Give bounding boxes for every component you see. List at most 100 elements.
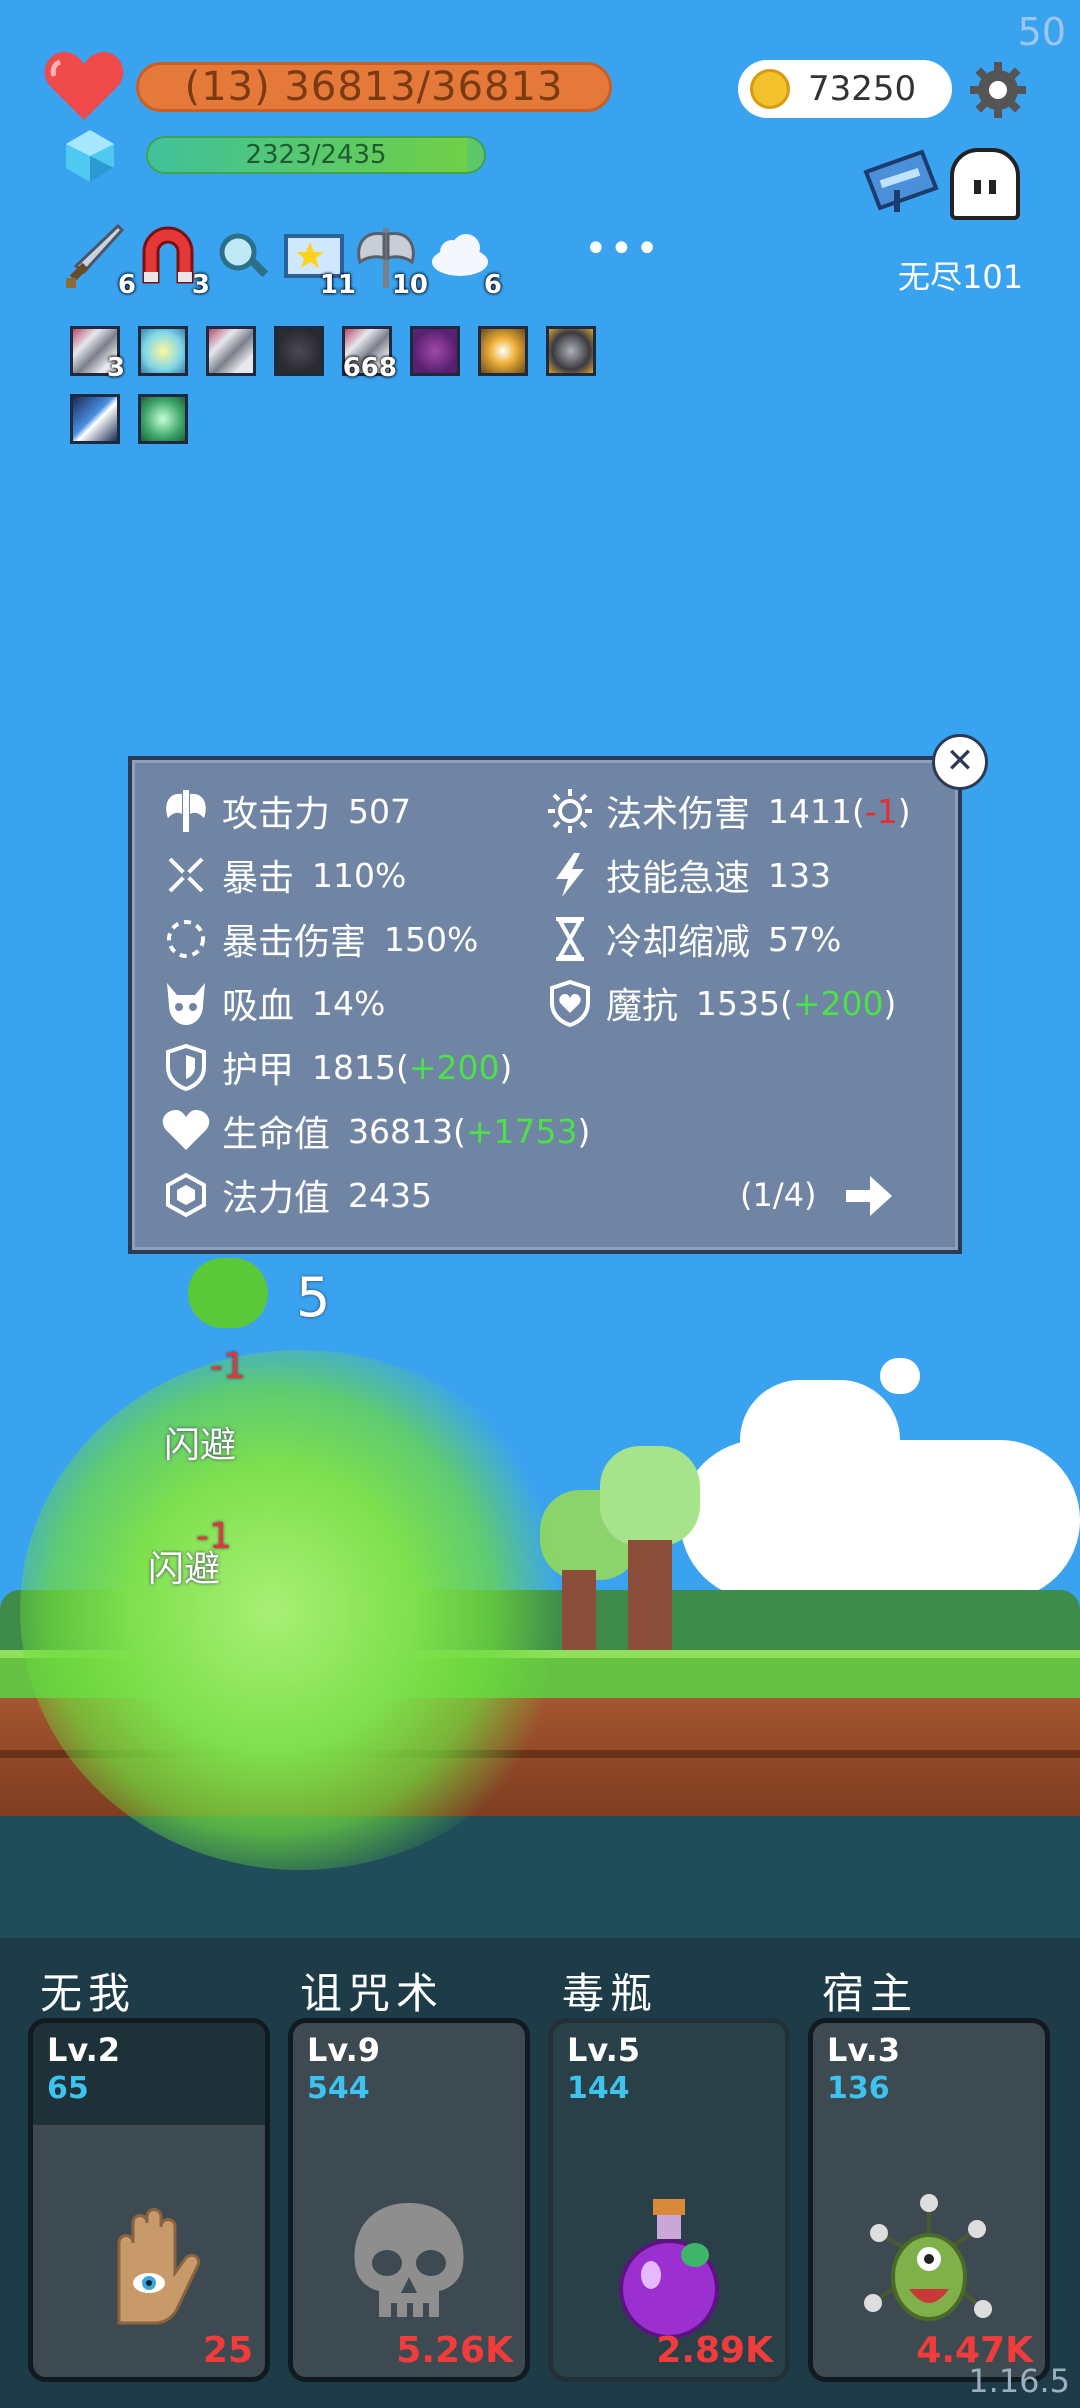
skull-icon bbox=[354, 2203, 464, 2317]
cloud bbox=[680, 1440, 1080, 1600]
buff-count: 10 bbox=[391, 270, 428, 300]
skill-card-host[interactable]: Lv.3 136 4.47K bbox=[808, 2018, 1050, 2382]
cloud bbox=[880, 1358, 920, 1394]
flag-icon[interactable] bbox=[860, 146, 944, 214]
magic-resist-icon bbox=[544, 978, 596, 1028]
stat-delta: +200 bbox=[408, 1047, 500, 1087]
crit-damage-icon bbox=[160, 914, 212, 964]
skill-name: 无我 bbox=[40, 1969, 137, 2018]
skill-name: 诅咒术 bbox=[300, 1969, 445, 2018]
stat-label: 法术伤害 bbox=[606, 794, 751, 835]
lightbulb-icon[interactable] bbox=[138, 326, 188, 376]
close-button[interactable]: ✕ bbox=[932, 734, 988, 790]
dark-armor-icon[interactable] bbox=[274, 326, 324, 376]
stat-label: 法力值 bbox=[222, 1178, 331, 1219]
magnet-icon[interactable]: 3 bbox=[136, 222, 210, 300]
armor-icon bbox=[160, 1042, 212, 1092]
buff-count: 3 bbox=[191, 270, 210, 300]
lightning-icon bbox=[544, 850, 596, 900]
axe-icon bbox=[160, 786, 212, 836]
stats-left-column: 攻击力 507 暴击 110% 暴击伤害 150% 吸血 14% 护甲 1815… bbox=[160, 786, 590, 1220]
blue-flame-icon[interactable] bbox=[70, 394, 120, 444]
lifesteal-icon bbox=[160, 978, 212, 1028]
poison-flask-icon bbox=[619, 2199, 719, 2339]
stat-label: 魔抗 bbox=[606, 986, 679, 1027]
skill-name: 宿主 bbox=[822, 1969, 919, 2018]
hp-text: (13) 36813/36813 bbox=[184, 64, 564, 110]
buff-count: 11 bbox=[319, 270, 356, 300]
tree bbox=[600, 1446, 700, 1546]
skill-damage: 25 bbox=[202, 2330, 253, 2371]
stat-mana: 法力值 2435 bbox=[160, 1170, 590, 1220]
skill-mana-cost: 136 bbox=[827, 2071, 890, 2106]
stat-label: 吸血 bbox=[222, 986, 295, 1027]
skill-card-wuwo[interactable]: Lv.2 65 25 bbox=[28, 2018, 270, 2382]
skill-damage: 2.89K bbox=[656, 2330, 773, 2371]
stats-right-column: 法术伤害 1411(-1) 技能急速 133 冷却缩减 57% 魔抗 1535(… bbox=[544, 786, 911, 1028]
stat-label: 生命值 bbox=[222, 1114, 331, 1155]
heart-icon bbox=[44, 52, 124, 120]
stat-label: 暴击 bbox=[222, 858, 295, 899]
stat-value: 1535 bbox=[696, 983, 780, 1023]
stat-label: 技能急速 bbox=[606, 858, 751, 899]
eyeball-monster-icon bbox=[864, 2194, 992, 2321]
stat-skill-haste: 技能急速 133 bbox=[544, 850, 911, 900]
stat-value: 14% bbox=[312, 983, 386, 1023]
stat-label: 攻击力 bbox=[222, 794, 331, 835]
skill-mana-cost: 65 bbox=[47, 2071, 89, 2106]
poison-splash-effect bbox=[20, 1350, 580, 1870]
double-axe-icon[interactable]: 10 bbox=[354, 222, 428, 300]
stat-value: 150% bbox=[384, 919, 479, 959]
star-card-icon[interactable]: 11 bbox=[282, 222, 356, 300]
stats-page-indicator: (1/4) bbox=[740, 1176, 817, 1214]
magnifier-icon[interactable] bbox=[210, 222, 274, 292]
stat-spell-damage: 法术伤害 1411(-1) bbox=[544, 786, 911, 836]
striped-scroll-icon[interactable] bbox=[206, 326, 256, 376]
stat-value: 1411 bbox=[768, 791, 852, 831]
cloud-icon[interactable]: 6 bbox=[428, 222, 502, 300]
coin-counter: 73250 bbox=[738, 60, 952, 118]
dodge-text: 闪避 bbox=[164, 1425, 237, 1466]
damage-number: -1 bbox=[210, 1346, 246, 1387]
skill-name: 毒瓶 bbox=[562, 1969, 659, 2018]
next-page-arrow-icon[interactable] bbox=[842, 1170, 894, 1222]
dodge-text: 闪避 bbox=[148, 1549, 221, 1590]
damage-number: 5 bbox=[296, 1266, 331, 1329]
skill-level: Lv.5 bbox=[567, 2031, 641, 2069]
more-buffs-button[interactable]: ••• bbox=[584, 226, 661, 272]
coin-value: 73250 bbox=[808, 69, 917, 109]
stat-attack: 攻击力 507 bbox=[160, 786, 590, 836]
stat-value: 57% bbox=[768, 919, 842, 959]
stat-label: 冷却缩减 bbox=[606, 922, 751, 963]
skill-mana-cost: 544 bbox=[307, 2071, 370, 2106]
stat-delta: +1753 bbox=[465, 1111, 578, 1151]
stat-value: 36813 bbox=[348, 1111, 453, 1151]
stat-lifesteal: 吸血 14% bbox=[160, 978, 590, 1028]
stat-delta: +200 bbox=[792, 983, 884, 1023]
skill-card-poison-flask[interactable]: Lv.5 144 2.89K bbox=[548, 2018, 790, 2382]
settings-gear-icon[interactable] bbox=[966, 58, 1030, 122]
gold-shield-icon[interactable] bbox=[478, 326, 528, 376]
hourglass-icon bbox=[544, 914, 596, 964]
green-rune-icon[interactable] bbox=[138, 394, 188, 444]
stat-value: 110% bbox=[312, 855, 407, 895]
sun-icon bbox=[544, 786, 596, 836]
crit-icon bbox=[160, 850, 212, 900]
mana-text: 2323/2435 bbox=[245, 140, 387, 170]
ghost-avatar-icon[interactable] bbox=[950, 148, 1020, 220]
stat-delta: -1 bbox=[864, 791, 898, 831]
item-count: 3 bbox=[106, 353, 125, 383]
skill-level: Lv.2 bbox=[47, 2031, 121, 2069]
stat-health: 生命值 36813(+1753) bbox=[160, 1106, 590, 1156]
purple-demon-icon[interactable] bbox=[410, 326, 460, 376]
fps-counter: 50 bbox=[1017, 10, 1066, 54]
sword-icon[interactable]: 6 bbox=[62, 222, 136, 300]
coin-icon bbox=[750, 69, 790, 109]
endless-wave-label: 无尽101 bbox=[898, 258, 1024, 296]
skill-card-curse[interactable]: Lv.9 544 5.26K bbox=[288, 2018, 530, 2382]
striped-scroll-icon[interactable]: 3 bbox=[70, 326, 125, 383]
striped-scroll-icon[interactable]: 668 bbox=[342, 326, 397, 383]
stat-armor: 护甲 1815(+200) bbox=[160, 1042, 590, 1092]
buff-count: 6 bbox=[117, 270, 136, 300]
dark-shield-icon[interactable] bbox=[546, 326, 596, 376]
